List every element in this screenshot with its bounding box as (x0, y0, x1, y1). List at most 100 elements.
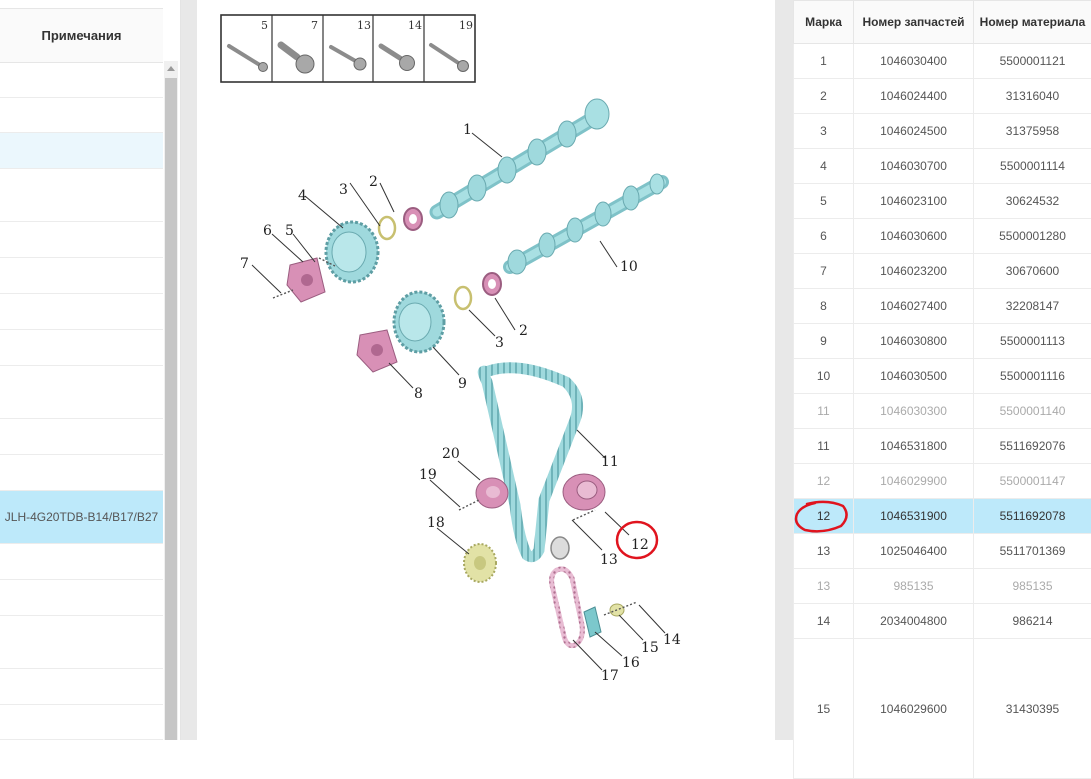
parts-table-row[interactable]: 142034004800986214 (794, 604, 1091, 639)
parts-table-row[interactable]: 8104602740032208147 (794, 289, 1091, 324)
notes-row[interactable] (0, 366, 163, 419)
callout-number: 3 (495, 335, 504, 351)
notes-row[interactable] (0, 419, 163, 455)
column-header-part-number[interactable]: Номер запчастей (854, 1, 974, 44)
parts-table-row[interactable]: 13985135985135 (794, 569, 1091, 604)
parts-table-row[interactable]: 5104602310030624532 (794, 184, 1091, 219)
callout-number: 6 (263, 223, 272, 239)
column-header-mark[interactable]: Марка (794, 1, 854, 44)
parts-table-header: Марка Номер запчастей Номер материала (794, 1, 1091, 44)
exploded-parts-diagram: 5 7 13 14 19 (197, 0, 775, 740)
camshaft-upper[interactable] (437, 99, 609, 218)
callout-number: 18 (427, 515, 445, 531)
scroll-up-arrow-icon[interactable] (167, 66, 175, 71)
parts-table-row[interactable]: 1110465318005511692076 (794, 429, 1091, 464)
parts-table-row[interactable]: 1010460305005500001116 (794, 359, 1091, 394)
notes-column-header[interactable]: Примечания (0, 8, 163, 63)
notes-row[interactable] (0, 222, 163, 258)
crank-sprocket[interactable] (464, 544, 496, 582)
notes-row[interactable] (0, 455, 163, 491)
callout-number: 1 (463, 122, 472, 138)
cell-material-number: 5511701369 (974, 534, 1091, 569)
notes-row[interactable] (0, 62, 163, 98)
notes-row[interactable] (0, 669, 163, 705)
drive-chain[interactable] (552, 569, 583, 646)
parts-table-row[interactable]: 1110460303005500001140 (794, 394, 1091, 429)
vvt-gear-upper[interactable] (326, 222, 378, 282)
camshaft-lower[interactable] (508, 174, 664, 274)
cell-mark: 7 (794, 254, 854, 289)
cell-mark: 12 (794, 464, 854, 499)
notes-row[interactable] (0, 133, 163, 169)
notes-row[interactable] (0, 544, 163, 580)
notes-row[interactable] (0, 294, 163, 330)
cell-part-number: 1046030400 (854, 44, 974, 79)
callout-number: 4 (298, 188, 307, 204)
parts-table-row[interactable]: 15104602960031430395 (794, 639, 1091, 779)
cell-material-number: 31430395 (974, 639, 1091, 779)
cell-material-number: 31375958 (974, 114, 1091, 149)
parts-table-row[interactable]: 7104602320030670600 (794, 254, 1091, 289)
cell-material-number: 31316040 (974, 79, 1091, 114)
cell-material-number: 32208147 (974, 289, 1091, 324)
oil-control-valve[interactable] (287, 258, 325, 302)
notes-row[interactable] (0, 705, 163, 740)
parts-table-row[interactable]: 910460308005500001113 (794, 324, 1091, 359)
cell-mark: 15 (794, 639, 854, 779)
cell-part-number: 1025046400 (854, 534, 974, 569)
cell-part-number: 1046023100 (854, 184, 974, 219)
left-splitter[interactable] (181, 0, 197, 740)
notes-row[interactable] (0, 580, 163, 616)
cell-part-number: 1046023200 (854, 254, 974, 289)
notes-row[interactable] (0, 258, 163, 294)
parts-table-row[interactable]: 410460307005500001114 (794, 149, 1091, 184)
callout-number: 14 (663, 632, 681, 648)
spacer-ring[interactable] (551, 537, 569, 559)
callout-number: 9 (458, 376, 467, 392)
parts-table-row[interactable]: 1310250464005511701369 (794, 534, 1091, 569)
cell-material-number: 5500001114 (974, 149, 1091, 184)
cell-mark: 14 (794, 604, 854, 639)
tensioner[interactable] (563, 474, 605, 510)
column-header-material-number[interactable]: Номер материала (974, 1, 1091, 44)
legend-label: 14 (408, 19, 422, 32)
callout-number: 15 (641, 640, 659, 656)
callout-number: 10 (620, 259, 638, 275)
cell-mark: 1 (794, 44, 854, 79)
notes-scrollbar-thumb[interactable] (165, 78, 177, 740)
chain-guide[interactable] (584, 607, 601, 637)
cell-part-number: 1046531900 (854, 499, 974, 534)
callout-number: 19 (419, 467, 437, 483)
parts-table-row[interactable]: 110460304005500001121 (794, 44, 1091, 79)
callout-number: 16 (622, 655, 640, 671)
vvt-gear-lower[interactable] (394, 292, 444, 352)
notes-row[interactable] (0, 169, 163, 222)
callout-number: 2 (369, 174, 378, 190)
cell-part-number: 1046024400 (854, 79, 974, 114)
cell-part-number: 985135 (854, 569, 974, 604)
cell-material-number: 30670600 (974, 254, 1091, 289)
snap-ring[interactable] (379, 217, 395, 239)
parts-table-row[interactable]: 1210465319005511692078 (794, 499, 1091, 534)
cell-part-number: 1046024500 (854, 114, 974, 149)
parts-table-row[interactable]: 2104602440031316040 (794, 79, 1091, 114)
notes-row[interactable] (0, 98, 163, 133)
cell-mark: 4 (794, 149, 854, 184)
notes-row[interactable] (0, 330, 163, 366)
callout-number: 7 (240, 256, 249, 272)
parts-table-row[interactable]: 3104602450031375958 (794, 114, 1091, 149)
callout-number: 5 (285, 223, 294, 239)
callout-number: 13 (600, 552, 618, 568)
cell-material-number: 986214 (974, 604, 1091, 639)
idler-pulley[interactable] (476, 478, 508, 508)
parts-table-row[interactable]: 1210460299005500001147 (794, 464, 1091, 499)
right-splitter[interactable] (775, 0, 793, 740)
notes-row[interactable] (0, 616, 163, 669)
bolt-legend: 5 7 13 14 19 (221, 15, 475, 82)
cell-mark: 9 (794, 324, 854, 359)
notes-row-selected[interactable]: JLH-4G20TDB-B14/B17/B27 (0, 491, 163, 544)
parts-table-row[interactable]: 610460306005500001280 (794, 219, 1091, 254)
cell-material-number: 5500001140 (974, 394, 1091, 429)
snap-ring[interactable] (455, 287, 471, 309)
timing-belt[interactable] (483, 368, 577, 557)
